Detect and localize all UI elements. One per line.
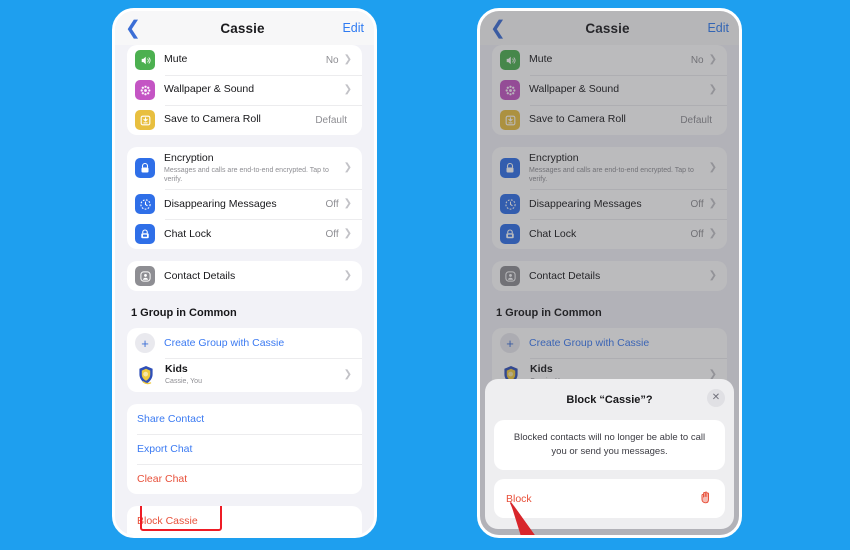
action-label: Block Cassie: [137, 514, 198, 527]
row-chat-lock[interactable]: Chat Lock Off ❯: [127, 219, 362, 249]
action-label: Share Contact: [137, 412, 205, 425]
chevron-right-icon: ❯: [343, 270, 352, 282]
block-card: Block Cassie Report Cassie: [127, 505, 362, 535]
row-save-camera-roll[interactable]: Save to Camera Roll Default: [127, 105, 362, 135]
sheet-header: Block “Cassie”? ✕: [494, 389, 725, 411]
row-mute[interactable]: Mute No ❯: [127, 45, 362, 75]
block-cassie-button[interactable]: Block Cassie: [127, 505, 362, 535]
page-title: Cassie: [220, 20, 265, 36]
row-subtitle: Messages and calls are end-to-end encryp…: [164, 167, 329, 184]
screen-left: ❮ Cassie Edit Mute No ❯ Wallpaper & Soun…: [115, 11, 374, 535]
raised-hand-icon: [698, 490, 713, 507]
contact-icon: [135, 266, 155, 287]
close-icon[interactable]: ✕: [707, 389, 725, 408]
group-members: Cassie, You: [165, 378, 202, 386]
screen-right: ❮ Cassie Edit Mute No ❯ Wallpaper & Soun…: [480, 11, 739, 535]
chevron-left-icon[interactable]: ❮: [125, 19, 151, 38]
wallpaper-icon: [135, 80, 155, 100]
screenshot-stage: ❮ Cassie Edit Mute No ❯ Wallpaper & Soun…: [0, 0, 850, 550]
plus-icon: +: [135, 333, 155, 354]
confirm-block-button[interactable]: Block: [494, 479, 725, 518]
chevron-right-icon: ❯: [343, 162, 352, 174]
chevron-right-icon: ❯: [343, 368, 352, 380]
speaker-icon: [135, 50, 155, 70]
timer-icon: [135, 194, 155, 215]
settings-card: Mute No ❯ Wallpaper & Sound ❯ Save to Ca…: [127, 45, 362, 135]
row-encryption[interactable]: Encryption Messages and calls are end-to…: [127, 147, 362, 189]
row-label: Chat Lock: [164, 227, 212, 240]
row-label: Disappearing Messages: [164, 197, 277, 210]
action-label: Export Chat: [137, 442, 193, 455]
contact-card: Contact Details ❯: [127, 261, 362, 292]
download-icon: [135, 110, 155, 130]
phone-left: ❮ Cassie Edit Mute No ❯ Wallpaper & Soun…: [112, 8, 377, 538]
row-value: Default: [315, 114, 347, 126]
nav-bar-left: ❮ Cassie Edit: [115, 11, 374, 45]
groups-section-title: 1 Group in Common: [131, 307, 237, 320]
row-label: Save to Camera Roll: [164, 113, 261, 126]
create-group-button[interactable]: + Create Group with Cassie: [127, 328, 362, 358]
create-group-label: Create Group with Cassie: [164, 337, 285, 350]
row-label: Encryption Messages and calls are end-to…: [164, 152, 344, 184]
sheet-title: Block “Cassie”?: [566, 394, 653, 407]
chevron-right-icon: ❯: [343, 228, 352, 240]
row-contact-details[interactable]: Contact Details ❯: [127, 261, 362, 291]
row-label: Kids Cassie, You: [165, 363, 344, 386]
phone-right: ❮ Cassie Edit Mute No ❯ Wallpaper & Soun…: [477, 8, 742, 538]
action-label: Clear Chat: [137, 472, 188, 485]
row-value: Off: [325, 228, 339, 240]
block-confirmation-sheet: Block “Cassie”? ✕ Blocked contacts will …: [485, 379, 734, 529]
edit-button[interactable]: Edit: [334, 21, 364, 35]
row-value: No: [325, 54, 339, 66]
confirm-block-label: Block: [506, 492, 532, 505]
chevron-right-icon: ❯: [343, 84, 352, 95]
settings-list-left: Mute No ❯ Wallpaper & Sound ❯ Save to Ca…: [115, 45, 374, 535]
group-item-kids[interactable]: Kids Cassie, You ❯: [127, 358, 362, 391]
group-name: Kids: [165, 363, 188, 376]
row-value: Off: [325, 198, 339, 210]
row-label: Mute: [164, 53, 188, 66]
export-chat-button[interactable]: Export Chat: [127, 433, 362, 464]
row-disappearing-messages[interactable]: Disappearing Messages Off ❯: [127, 189, 362, 219]
row-wallpaper-sound[interactable]: Wallpaper & Sound ❯: [127, 75, 362, 105]
row-title: Encryption: [164, 152, 214, 164]
groups-card: + Create Group with Cassie Kids Cassie, …: [127, 328, 362, 392]
sheet-message: Blocked contacts will no longer be able …: [494, 420, 725, 470]
row-label: Wallpaper & Sound: [164, 83, 255, 96]
row-label: Contact Details: [164, 269, 236, 282]
share-contact-button[interactable]: Share Contact: [127, 404, 362, 434]
security-card: Encryption Messages and calls are end-to…: [127, 147, 362, 250]
chevron-right-icon: ❯: [343, 54, 352, 65]
chat-lock-icon: [135, 224, 155, 245]
lock-icon: [135, 158, 155, 179]
group-avatar-icon: [135, 364, 157, 386]
actions-card: Share Contact Export Chat Clear Chat: [127, 403, 362, 494]
clear-chat-button[interactable]: Clear Chat: [127, 463, 362, 494]
chevron-right-icon: ❯: [343, 198, 352, 210]
